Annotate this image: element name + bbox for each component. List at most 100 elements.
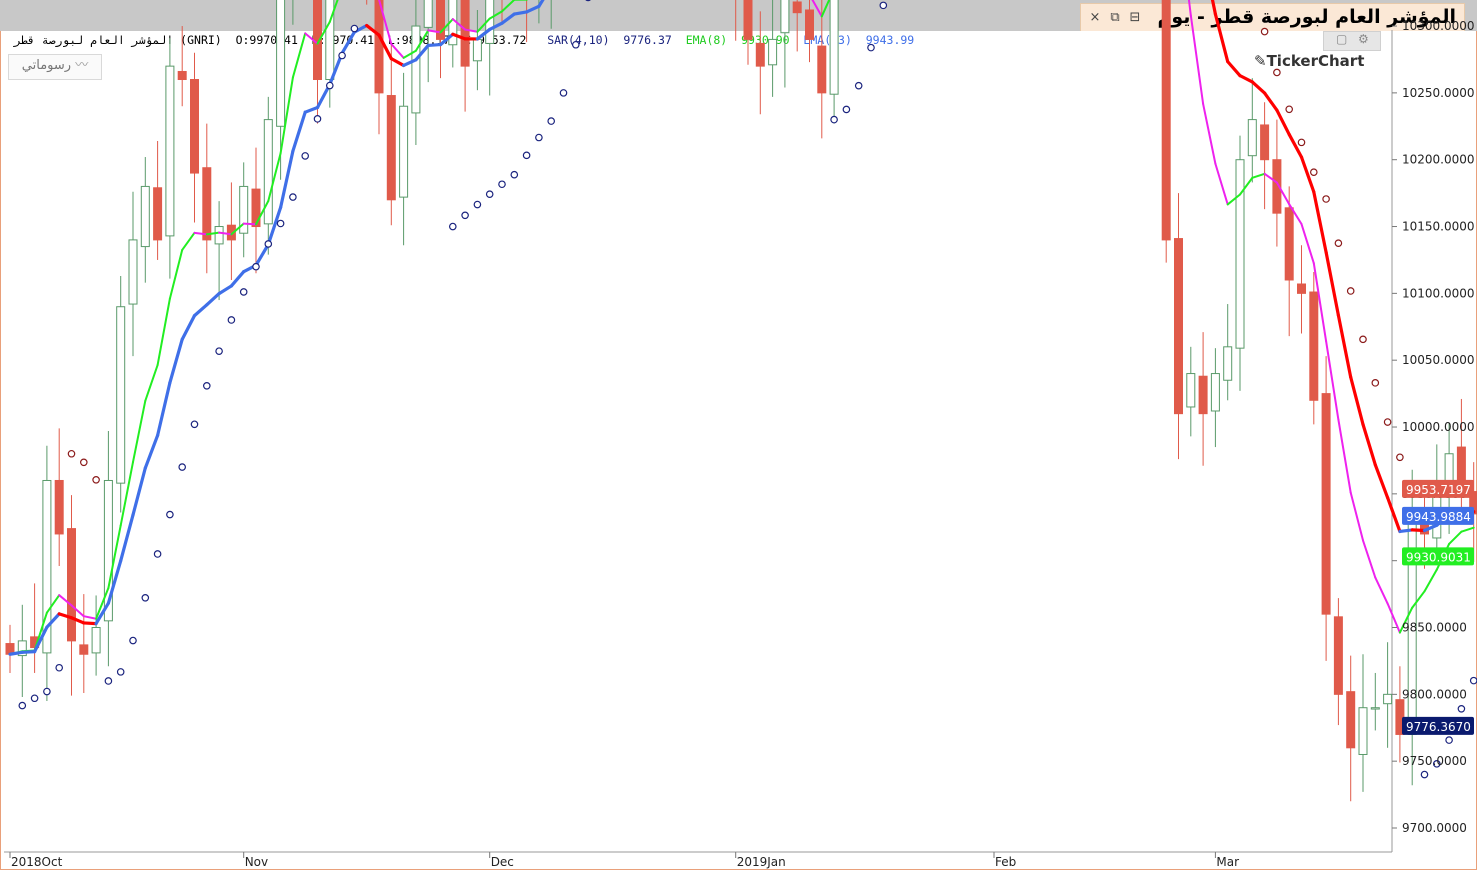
ema8-segment	[144, 364, 159, 402]
candle-body	[54, 479, 64, 535]
price-label-text: 9953.7197	[1406, 483, 1471, 497]
candle-body	[1174, 238, 1183, 415]
sar-dot	[289, 193, 297, 201]
sar-dot	[227, 316, 236, 324]
candle-body	[1210, 373, 1220, 412]
sar-dot	[854, 81, 863, 90]
price-label-text: 9930.9031	[1406, 550, 1471, 564]
price-label: 9930.9031	[1402, 547, 1474, 566]
ema13-segment	[524, 4, 541, 14]
candle-body	[1346, 691, 1356, 749]
sar-dot	[55, 663, 64, 672]
candle-body	[1260, 124, 1270, 161]
candle-body	[79, 644, 89, 655]
sar-dot	[535, 133, 543, 142]
ema13-segment	[131, 466, 147, 517]
ema8-segment	[1349, 491, 1364, 542]
sar-dot	[448, 222, 457, 231]
ema8-segment	[1386, 602, 1401, 634]
candle-body	[805, 9, 814, 40]
sar-dot	[1297, 138, 1306, 147]
candle-body	[1161, 0, 1171, 241]
candle-body	[1247, 119, 1257, 157]
sar-dot	[1334, 239, 1343, 247]
ema8-segment	[132, 399, 147, 464]
ema13-segment	[1349, 375, 1365, 426]
candle-body	[460, 0, 470, 67]
candle-body	[190, 79, 199, 174]
y-tick-label: 9750.0000	[1402, 754, 1467, 768]
candle-body	[177, 70, 187, 81]
ema13-segment	[1398, 528, 1414, 534]
ema13-segment	[205, 292, 221, 307]
sar-dot	[1383, 418, 1392, 426]
indicator-lines	[8, 0, 1476, 656]
ema8-segment	[1374, 576, 1389, 605]
sar-dot	[1359, 335, 1367, 344]
y-tick-label: 9800.0000	[1402, 687, 1467, 701]
ema13-segment	[1324, 250, 1341, 317]
sar-dot	[252, 262, 260, 271]
candle-body	[276, 0, 286, 127]
sar-dot	[166, 510, 174, 519]
price-chart[interactable]: 10850.000010800.000010750.000010700.0000…	[0, 0, 1477, 870]
sar-dot	[867, 43, 875, 52]
ema13-segment	[168, 337, 184, 385]
sar-dot	[178, 463, 187, 471]
candle-body	[423, 0, 433, 28]
candle-body	[67, 528, 76, 642]
sar-dot	[1371, 379, 1380, 387]
ema8-segment	[156, 297, 171, 367]
candle-body	[1333, 616, 1343, 695]
sar-dot	[498, 180, 506, 189]
ema8-segment	[1300, 223, 1315, 265]
ema13-segment	[426, 42, 443, 48]
price-label: 9953.7197	[1402, 479, 1474, 498]
ema8-segment	[1251, 172, 1266, 179]
candle-body	[768, 38, 778, 66]
candle-body	[386, 95, 396, 201]
candle-body	[1358, 707, 1368, 755]
ema13-segment	[1361, 422, 1377, 467]
y-tick-label: 9850.0000	[1402, 621, 1467, 635]
ema13-segment	[229, 270, 246, 288]
ema8-segment	[1423, 568, 1438, 593]
ema13-segment	[8, 650, 24, 656]
y-tick-label: 10100.0000	[1402, 286, 1475, 300]
candle-body	[165, 65, 175, 237]
y-tick-label: 10300.0000	[1402, 19, 1475, 33]
ema8-segment	[1448, 530, 1463, 545]
candle-body	[1383, 693, 1393, 705]
candle-body	[91, 627, 101, 654]
sar-dot	[141, 593, 150, 602]
ema13-segment	[1238, 74, 1254, 84]
ema13-segment	[537, 0, 545, 8]
sar-dot	[1346, 287, 1355, 295]
sar-dot	[1273, 68, 1281, 77]
candle-body	[1235, 159, 1245, 349]
candle-body	[829, 0, 839, 95]
candles	[5, 0, 1477, 802]
sar-dot	[1420, 770, 1429, 779]
ema13-segment	[156, 381, 172, 438]
candle-body	[1297, 283, 1306, 294]
sar-dot	[1445, 736, 1453, 744]
sar-dot	[522, 151, 531, 160]
ema8-segment	[1187, 0, 1192, 17]
ema8-segment	[242, 222, 257, 226]
candle-body	[374, 0, 384, 94]
ema8-segment	[1214, 162, 1229, 206]
ema13-segment	[1210, 0, 1218, 16]
sar-dot	[1457, 704, 1466, 713]
candle-body	[1198, 375, 1208, 415]
sar-dot	[80, 458, 88, 467]
ema13-segment	[340, 30, 356, 55]
sar-dot	[1322, 195, 1330, 203]
sar-dot	[203, 381, 211, 390]
sar-dot	[1285, 105, 1294, 114]
sar-dot	[830, 115, 838, 124]
ema13-segment	[119, 513, 135, 563]
sar-dot	[1469, 676, 1477, 685]
sar-dot	[43, 687, 51, 696]
sar-dot	[473, 200, 482, 209]
